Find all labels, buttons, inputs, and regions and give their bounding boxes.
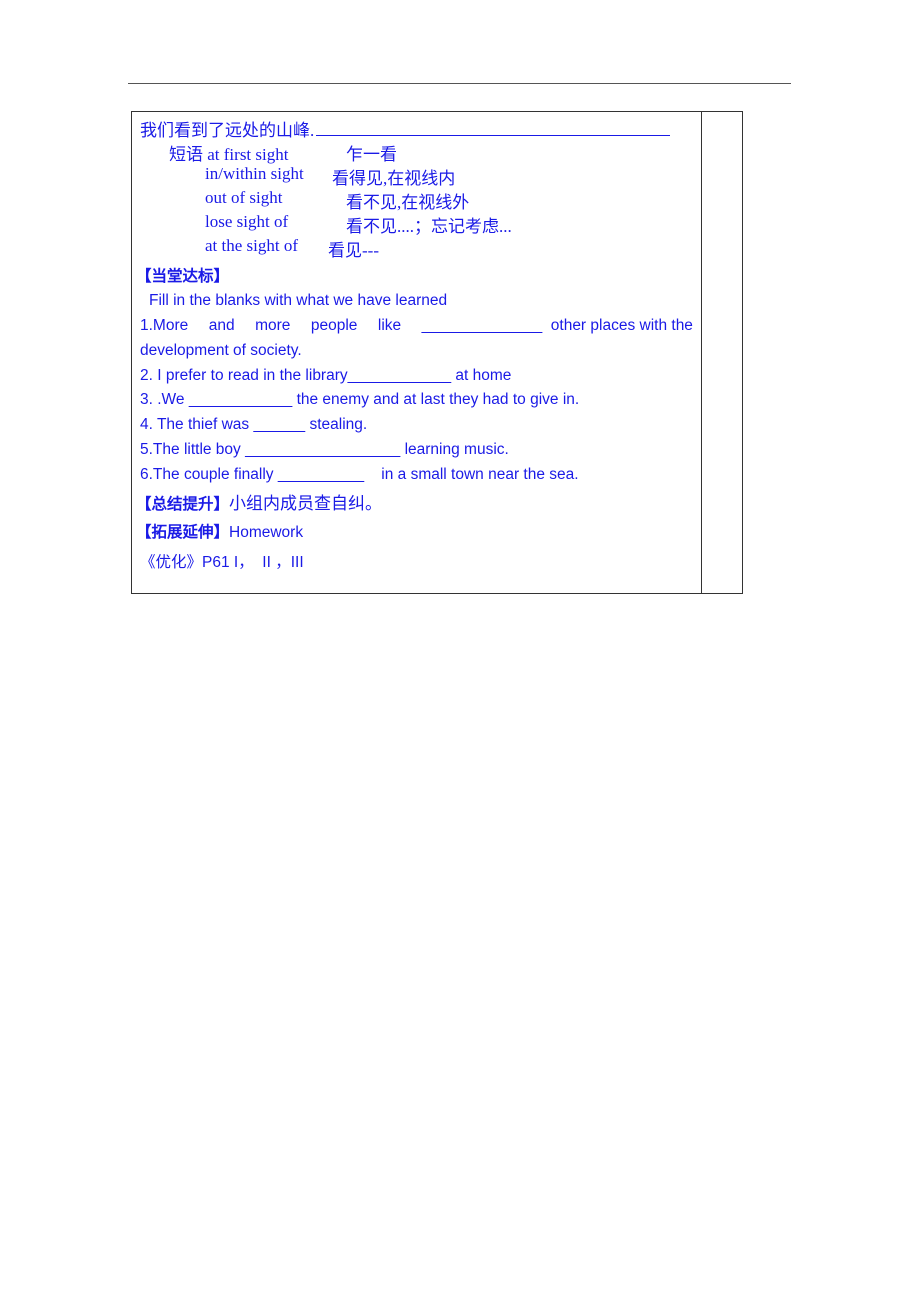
question-3: 3. .We ____________ the enemy and at las…: [140, 391, 580, 408]
translation-blank[interactable]: [316, 120, 671, 136]
question-1-cont: development of society.: [140, 342, 302, 359]
phrase-en: lose sight of: [205, 212, 289, 231]
phrase-zh: 看不见,在视线外: [346, 193, 470, 212]
summary-section: 【总结提升】小组内成员查自纠。: [136, 489, 382, 514]
q1-word: 1.More: [140, 317, 189, 334]
q1-rest: other places with the: [550, 317, 693, 334]
phrase-en: at first sight: [207, 145, 289, 164]
q1-word: and: [208, 317, 235, 334]
q1-word: like: [377, 317, 402, 334]
phrase-zh: 看见---: [328, 241, 379, 260]
question-4: 4. The thief was ______ stealing.: [140, 416, 368, 433]
extension-heading: 【拓展延伸】: [136, 524, 230, 541]
phrase-en: out of sight: [205, 188, 283, 207]
phrase-zh: 乍一看: [346, 145, 397, 164]
phrase-label: 短语: [169, 145, 203, 164]
q1-blank[interactable]: ______________: [422, 317, 543, 335]
question-5: 5.The little boy __________________ lear…: [140, 441, 509, 458]
main-cell: 我们看到了远处的山峰. 短语 at first sight 乍一看 in/wit…: [132, 112, 701, 593]
phrase-zh: 看得见,在视线内: [332, 169, 456, 188]
summary-heading: 【总结提升】: [136, 496, 230, 513]
question-1: 1.More and more people like ____________…: [140, 317, 693, 335]
practice-instruction: Fill in the blanks with what we have lea…: [149, 292, 448, 309]
summary-text: 小组内成员查自纠。: [229, 494, 383, 513]
phrase-zh: 看不见....；忘记考虑...: [346, 217, 512, 236]
translation-line: 我们看到了远处的山峰.: [140, 116, 671, 141]
practice-heading: 【当堂达标】: [136, 268, 230, 285]
column-divider: [701, 112, 702, 593]
q1-word: people: [310, 317, 358, 334]
translation-text: 我们看到了远处的山峰.: [140, 121, 315, 140]
extension-section: 【拓展延伸】Homework: [136, 520, 303, 542]
question-6-text: 6.The couple finally __________ in a sma…: [140, 466, 579, 483]
q1-word: more: [255, 317, 291, 334]
phrase-en: at the sight of: [205, 236, 299, 255]
header-rule: [128, 83, 791, 84]
phrase-en: in/within sight: [205, 164, 304, 183]
extension-text: Homework: [229, 524, 304, 541]
question-2: 2. I prefer to read in the library______…: [140, 367, 512, 384]
phrase-row: 短语 at first sight: [169, 140, 288, 165]
question-6: 6.The couple finally __________ in a sma…: [140, 466, 579, 484]
extension-reference: 《优化》P61 I， II ，III: [140, 554, 304, 571]
worksheet-table: 我们看到了远处的山峰. 短语 at first sight 乍一看 in/wit…: [131, 111, 743, 594]
